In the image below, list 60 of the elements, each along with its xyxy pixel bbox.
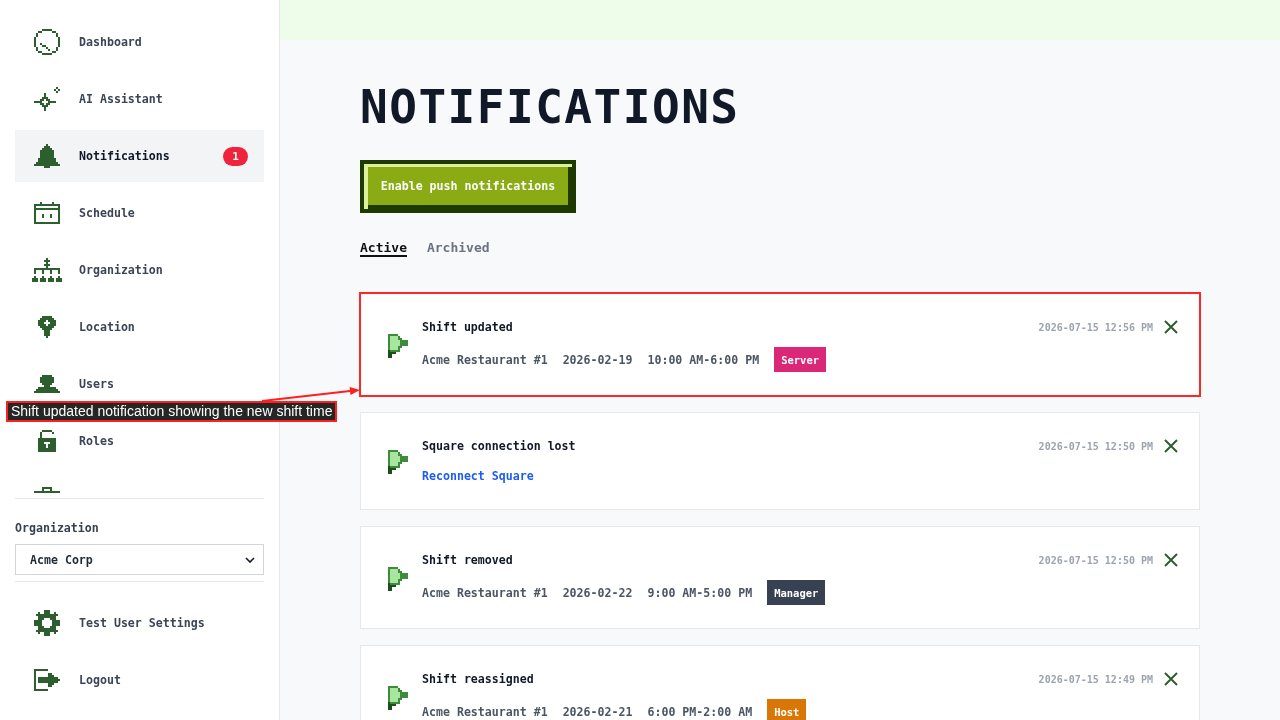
time-range-text: 10:00 AM-6:00 PM	[647, 351, 760, 368]
map-pin-icon	[38, 316, 56, 338]
action-link[interactable]: Reconnect Square	[422, 466, 1025, 486]
flag-icon	[388, 566, 408, 591]
annotation-tooltip: Shift updated notification showing the new shift time	[6, 401, 338, 422]
close-button[interactable]	[1164, 672, 1178, 686]
sidebar-item[interactable]: Notifications 1	[15, 130, 264, 182]
time-range-text: 6:00 PM-2:00 AM	[647, 703, 753, 720]
timestamp: 2026-07-15 12:49 PM	[1038, 673, 1153, 685]
location-text: Acme Restaurant #1	[422, 584, 548, 601]
sidebar-item[interactable]: Location	[15, 301, 264, 353]
tab[interactable]: Active	[360, 240, 407, 256]
flag-icon	[388, 333, 408, 358]
notification-title: Shift removed	[422, 552, 514, 568]
notification-title: Square connection lost	[422, 438, 577, 454]
flag-icon	[388, 450, 408, 474]
location-text: Acme Restaurant #1	[422, 703, 548, 720]
timestamp: 2026-07-15 12:56 PM	[1038, 321, 1153, 333]
sidebar-item[interactable]: Logout	[15, 654, 264, 706]
bell-icon	[34, 144, 60, 168]
sidebar-item[interactable]: Organization	[15, 244, 264, 296]
close-icon	[1164, 320, 1178, 334]
cropped-icon	[34, 487, 60, 493]
role-tag: Host	[767, 699, 807, 720]
role-tag: Manager	[767, 580, 826, 605]
sidebar-item[interactable]: Test User Settings	[15, 597, 264, 649]
close-icon	[1164, 672, 1178, 686]
date-text: 2026-02-22	[562, 584, 633, 601]
notification-title: Shift updated	[422, 319, 514, 335]
close-icon	[1164, 439, 1178, 453]
timestamp: 2026-07-15 12:50 PM	[1038, 554, 1153, 566]
date-text: 2026-02-21	[562, 703, 633, 720]
close-button[interactable]	[1164, 439, 1178, 453]
gauge-icon	[34, 29, 60, 55]
logout-icon	[34, 669, 60, 691]
sidebar-item[interactable]: AI Assistant	[15, 73, 264, 125]
page-title: NOTIFICATIONS	[360, 84, 740, 130]
sidebar-item[interactable]: Schedule	[15, 187, 264, 239]
flag-icon	[388, 685, 408, 710]
notification-title: Shift reassigned	[422, 671, 535, 687]
close-icon	[1164, 553, 1178, 567]
calendar-icon	[34, 202, 60, 224]
sparkle-icon	[34, 87, 60, 111]
count-badge: 1	[223, 146, 248, 166]
date-text: 2026-02-19	[562, 351, 633, 368]
organization-select[interactable]: Acme Corp	[15, 544, 264, 575]
role-tag: Server	[774, 347, 827, 372]
tab[interactable]: Archived	[426, 240, 490, 256]
location-text: Acme Restaurant #1	[422, 351, 548, 368]
person-icon	[34, 375, 60, 393]
org-chart-icon	[32, 258, 62, 282]
timestamp: 2026-07-15 12:50 PM	[1038, 440, 1153, 452]
section-label: Organization	[15, 521, 100, 535]
close-button[interactable]	[1164, 320, 1178, 334]
padlock-icon	[38, 430, 56, 452]
sidebar-item[interactable]: Dashboard	[15, 16, 264, 68]
close-button[interactable]	[1164, 553, 1178, 567]
time-range-text: 9:00 AM-5:00 PM	[647, 584, 753, 601]
gear-icon	[34, 610, 60, 636]
chevron-down-icon	[245, 556, 255, 563]
